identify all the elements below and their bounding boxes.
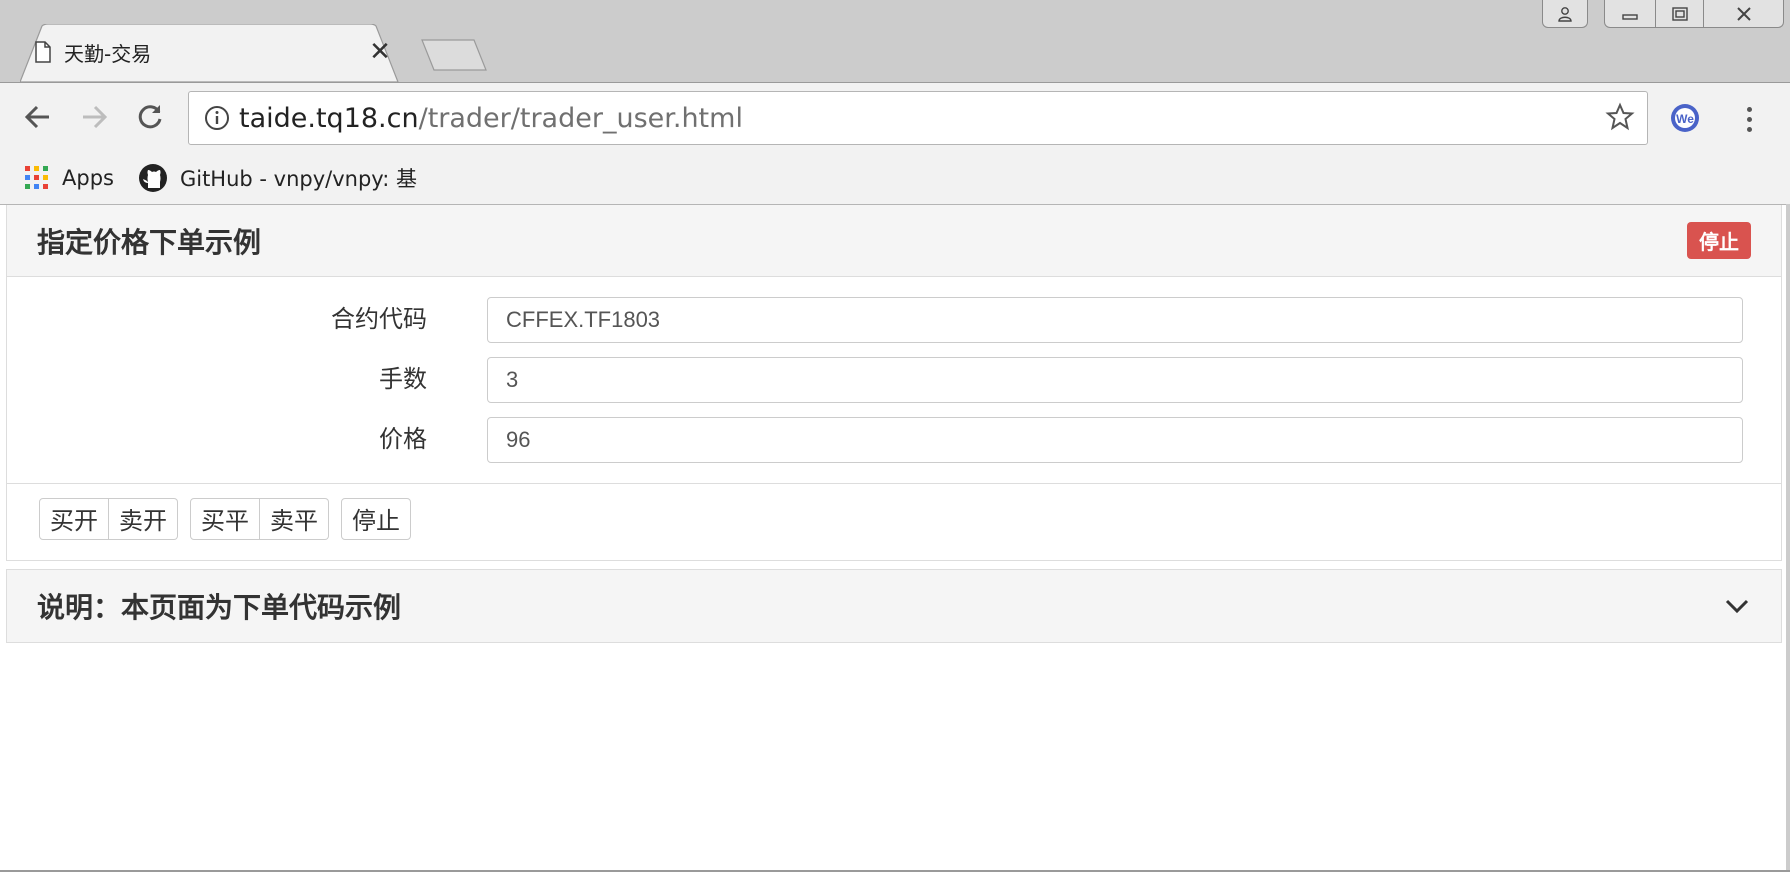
extension-we-icon: We [1671,104,1699,132]
info-icon [205,106,229,130]
order-panel: 指定价格下单示例 停止 合约代码 手数 价格 买开 卖开 买平 卖平 停止 [6,205,1782,561]
buy-open-button[interactable]: 买开 [39,497,109,540]
arrow-right-icon [83,105,108,129]
reload-button[interactable] [130,97,170,137]
note-title: 说明：本页面为下单代码示例 [37,591,402,624]
stop-button[interactable]: 停止 [341,497,411,540]
window-close-button[interactable] [1704,0,1784,28]
restore-icon [1671,6,1688,21]
panel-title: 指定价格下单示例 [37,225,262,259]
browser-menu-button[interactable] [1734,99,1764,139]
site-info-button[interactable] [195,105,239,131]
tab-close-button[interactable]: ✕ [366,38,394,66]
chevron-down-icon[interactable] [1723,596,1751,616]
status-badge: 停止 [1687,222,1751,259]
url-path: /trader/trader_user.html [418,102,743,134]
extension-label: We [1676,112,1694,126]
window-controls [1542,0,1784,28]
sell-close-button[interactable]: 卖平 [260,497,329,540]
bookmark-star-icon[interactable] [1605,102,1635,132]
profile-button[interactable] [1542,0,1588,28]
close-button-group: 买平 卖平 [190,497,329,540]
form-row-symbol: 合约代码 [7,297,1783,345]
menu-dot-icon [1746,106,1752,112]
bookmarks-bar: Apps GitHub - vnpy/vnpy: 基 [0,155,417,201]
close-icon [1736,6,1751,21]
bookmark-apps[interactable]: Apps [24,165,114,191]
url-text: taide.tq18.cn/trader/trader_user.html [239,103,743,134]
forward-button[interactable] [74,97,114,137]
bookmark-label: GitHub - vnpy/vnpy: 基 [179,167,417,191]
form-row-price: 价格 [7,417,1783,465]
minimize-button[interactable] [1604,0,1656,28]
minimize-icon [1622,13,1638,20]
url-host: taide.tq18.cn [239,102,419,134]
symbol-label: 合约代码 [331,305,427,333]
price-input[interactable] [487,417,1743,463]
arrow-left-icon [24,105,49,129]
note-panel-header[interactable]: 说明：本页面为下单代码示例 [7,570,1781,642]
menu-dot-icon [1746,116,1752,122]
reload-icon [138,105,162,129]
extension-button[interactable]: We [1668,101,1702,135]
order-panel-header: 指定价格下单示例 停止 [7,205,1781,277]
person-icon [1558,6,1572,22]
price-label: 价格 [379,425,427,453]
tab-title: 天勤-交易 [64,41,152,66]
volume-input[interactable] [487,357,1743,403]
open-button-group: 买开 卖开 [39,497,178,540]
github-icon [138,164,167,192]
menu-dot-icon [1746,126,1752,132]
address-bar[interactable]: taide.tq18.cn/trader/trader_user.html [188,91,1648,145]
window-titlebar: 天勤-交易 ✕ [0,0,1790,82]
apps-grid-icon [25,166,48,189]
bookmark-github[interactable]: GitHub - vnpy/vnpy: 基 [138,163,417,193]
bookmark-label: Apps [62,166,114,190]
back-button[interactable] [18,97,58,137]
order-actions-bar: 买开 卖开 买平 卖平 停止 [7,483,1781,553]
symbol-input[interactable] [487,297,1743,343]
sell-open-button[interactable]: 卖开 [109,497,178,540]
new-tab-button[interactable] [420,38,490,72]
form-row-volume: 手数 [7,357,1783,405]
browser-tab[interactable]: 天勤-交易 ✕ [34,30,394,74]
maximize-button[interactable] [1656,0,1704,28]
volume-label: 手数 [379,365,427,393]
window-right-border [1786,204,1790,872]
buy-close-button[interactable]: 买平 [190,497,260,540]
note-panel: 说明：本页面为下单代码示例 [6,569,1782,643]
page-icon [35,41,51,63]
page-content: 指定价格下单示例 停止 合约代码 手数 价格 买开 卖开 买平 卖平 停止 [0,204,1790,872]
